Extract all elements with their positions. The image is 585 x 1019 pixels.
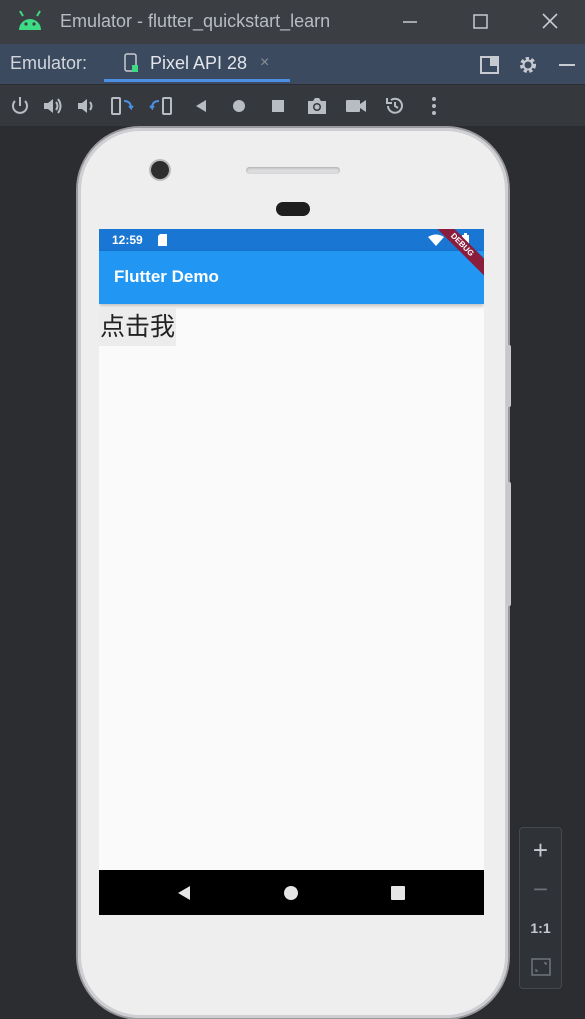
android-icon	[19, 10, 41, 30]
phone-power-key[interactable]	[506, 345, 511, 407]
device-icon	[124, 53, 138, 72]
overview-icon	[272, 100, 284, 112]
dock-window-icon[interactable]	[479, 54, 501, 76]
minimize-button[interactable]	[392, 8, 428, 36]
device-screen[interactable]: 12:59 Flutter Demo DEBUG 点击我	[99, 229, 484, 915]
rotate-left-button[interactable]	[110, 94, 134, 118]
emulator-tab-bar: Emulator: Pixel API 28 ×	[0, 44, 585, 85]
app-bar-title: Flutter Demo	[114, 267, 219, 286]
tab-close-button[interactable]: ×	[260, 54, 269, 72]
screenshot-icon	[308, 98, 326, 114]
fit-screen-icon	[530, 958, 551, 976]
rotate-right-icon	[149, 97, 172, 115]
active-tab-indicator	[104, 79, 290, 82]
phone-volume-key[interactable]	[506, 482, 511, 606]
zoom-out-button[interactable]: −	[520, 871, 561, 907]
back-icon	[196, 100, 206, 112]
screenrecord-button[interactable]	[344, 94, 368, 118]
gear-icon[interactable]	[517, 54, 539, 76]
nav-home-icon[interactable]	[281, 883, 301, 903]
screenrecord-icon	[346, 100, 366, 112]
back-button[interactable]	[189, 94, 213, 118]
volume-down-icon	[78, 99, 93, 113]
wifi-icon	[428, 234, 444, 246]
power-icon	[12, 97, 28, 114]
status-time: 12:59	[112, 233, 143, 247]
tap-me-button[interactable]: 点击我	[99, 308, 177, 346]
volume-down-button[interactable]	[75, 94, 99, 118]
tab-label: Pixel API 28	[150, 53, 248, 73]
power-button[interactable]	[8, 94, 32, 118]
rotate-right-button[interactable]	[149, 94, 173, 118]
hide-panel-icon[interactable]	[556, 54, 578, 76]
nav-back-icon[interactable]	[174, 883, 194, 903]
snapshot-icon	[386, 97, 403, 114]
more-button[interactable]	[422, 94, 446, 118]
emulator-label: Emulator:	[10, 53, 88, 73]
window-title: Emulator - flutter_quickstart_learn	[60, 11, 331, 31]
sd-card-icon	[158, 234, 167, 246]
front-camera	[151, 161, 169, 179]
more-icon	[432, 97, 436, 115]
maximize-button[interactable]	[462, 8, 498, 36]
close-window-button[interactable]	[532, 8, 568, 36]
tab-pixel-api-28[interactable]: Pixel API 28 ×	[104, 44, 290, 84]
home-icon	[233, 100, 245, 112]
nav-recents-icon[interactable]	[388, 883, 408, 903]
earpiece-speaker	[246, 167, 340, 174]
close-icon	[542, 13, 558, 29]
actual-size-button[interactable]: 1:1	[520, 910, 561, 946]
overview-button[interactable]	[266, 94, 290, 118]
home-button[interactable]	[227, 94, 251, 118]
app-bar: Flutter Demo	[99, 251, 484, 304]
zoom-panel: + − 1:1	[519, 827, 562, 989]
zoom-in-button[interactable]: +	[520, 832, 561, 868]
snapshot-button[interactable]	[383, 94, 407, 118]
proximity-sensor	[276, 202, 310, 216]
android-nav-bar	[99, 870, 484, 915]
fit-screen-button[interactable]	[520, 948, 561, 984]
android-status-bar: 12:59	[99, 229, 484, 251]
minimize-icon	[403, 21, 417, 23]
window-title-bar: Emulator - flutter_quickstart_learn	[0, 0, 585, 44]
emulator-toolbar	[0, 85, 585, 126]
screenshot-button[interactable]	[305, 94, 329, 118]
maximize-icon	[473, 14, 488, 29]
volume-up-button[interactable]	[41, 94, 65, 118]
rotate-left-icon	[111, 97, 134, 115]
volume-up-icon	[44, 98, 62, 114]
